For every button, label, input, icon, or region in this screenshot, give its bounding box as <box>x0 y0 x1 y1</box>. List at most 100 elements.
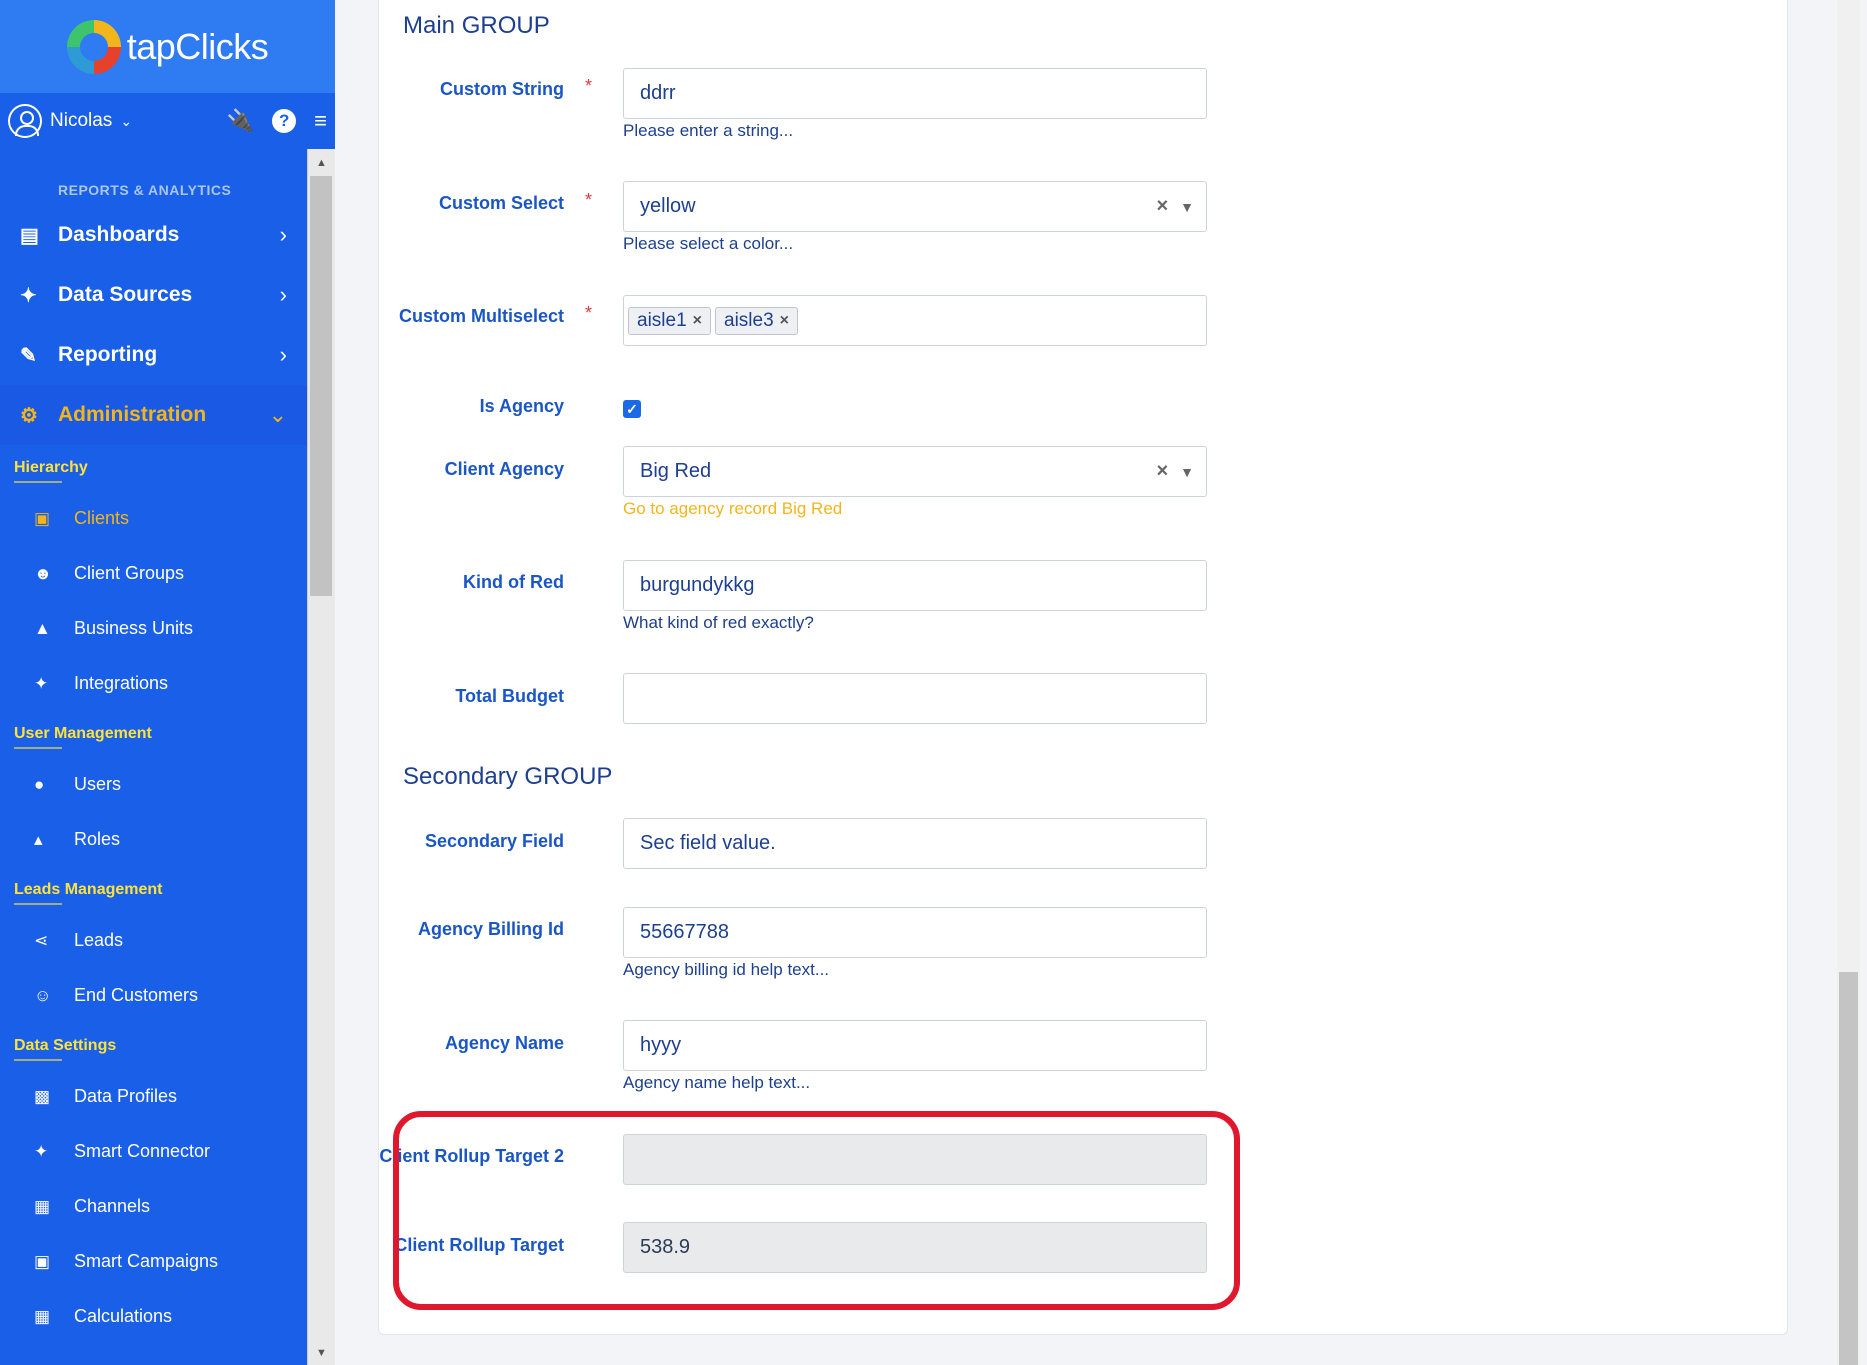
required-asterisk: * <box>585 190 593 210</box>
nav-menu: REPORTS & ANALYTICS ▤ Dashboards › ✦ Dat… <box>0 149 307 1365</box>
chevron-right-icon: › <box>279 282 287 307</box>
custom-string-input[interactable]: ddrr <box>623 68 1207 119</box>
logo[interactable]: tapClicks <box>0 0 335 93</box>
chevron-right-icon: › <box>279 342 287 367</box>
sidebar-item-calculations[interactable]: ▦ Calculations <box>0 1289 307 1344</box>
agency-name-label: Agency Name <box>444 1033 564 1053</box>
sidebar-item-label: Roles <box>74 829 121 849</box>
image-icon: ▣ <box>34 1251 51 1271</box>
user-name[interactable]: Nicolas <box>50 110 112 132</box>
required-asterisk: * <box>585 303 593 323</box>
profile-icon: ▩ <box>34 1086 51 1106</box>
total-budget-label: Total Budget <box>455 686 564 706</box>
sidebar-item-data-profiles[interactable]: ▩ Data Profiles <box>0 1069 307 1124</box>
sidebar-item-leads[interactable]: ⋖ Leads <box>0 913 307 968</box>
user-icon: ● <box>34 774 45 794</box>
share-icon: ⋖ <box>34 930 49 950</box>
plug-icon: ✦ <box>20 284 37 307</box>
sidebar-item-smart-campaigns[interactable]: ▣ Smart Campaigns <box>0 1234 307 1289</box>
sitemap-icon: ▲ <box>34 618 51 638</box>
secondary-field-input[interactable]: Sec field value. <box>623 818 1207 869</box>
sidebar-item-label: Integrations <box>74 673 169 693</box>
nav-label: Reporting <box>58 343 158 366</box>
kind-of-red-help: What kind of red exactly? <box>623 613 814 632</box>
custom-select-dropdown[interactable]: yellow × ▼ <box>623 181 1207 232</box>
agency-name-help: Agency name help text... <box>623 1073 811 1092</box>
caret-down-icon[interactable]: ▼ <box>1180 464 1194 480</box>
nav-reporting[interactable]: ✎ Reporting › <box>0 325 307 385</box>
scroll-up-icon[interactable]: ▲ <box>308 157 335 169</box>
agency-name-value: hyyy <box>640 1034 682 1056</box>
caret-down-icon[interactable]: ▼ <box>1180 199 1194 215</box>
gear-icon: ⚙ <box>20 404 38 427</box>
remove-tag-icon[interactable]: × <box>780 312 789 330</box>
secondary-field-value: Sec field value. <box>640 832 776 854</box>
client-agency-value: Big Red <box>640 460 712 482</box>
calculator-icon: ▦ <box>34 1306 51 1326</box>
nav-data-sources[interactable]: ✦ Data Sources › <box>0 265 307 325</box>
client-agency-dropdown[interactable]: Big Red × ▼ <box>623 446 1207 497</box>
sidebar-scrollbar[interactable]: ▲ ▼ <box>307 149 335 1365</box>
plug-icon: ✦ <box>34 673 49 693</box>
help-icon[interactable]: ? <box>272 109 297 133</box>
clear-icon[interactable]: × <box>1156 195 1168 218</box>
is-agency-label: Is Agency <box>479 396 564 416</box>
chevron-down-icon[interactable]: ⌄ <box>120 113 132 130</box>
collapse-menu-icon[interactable]: ≡ <box>314 108 327 134</box>
sidebar-item-integrations[interactable]: ✦ Integrations <box>0 656 307 711</box>
sidebar-item-label: Client Groups <box>74 563 185 583</box>
kind-of-red-value: burgundykkg <box>640 574 755 596</box>
sidebar-item-label: Business Units <box>74 618 194 638</box>
tag-label: aisle3 <box>724 309 774 331</box>
remove-tag-icon[interactable]: × <box>693 312 702 330</box>
sidebar-item-smart-connector[interactable]: ✦ Smart Connector <box>0 1124 307 1179</box>
tag-label: aisle1 <box>637 309 687 331</box>
sidebar-item-clients[interactable]: ▣ Clients <box>0 491 307 546</box>
sidebar-item-label: Leads <box>74 930 124 950</box>
nav-administration[interactable]: ⚙ Administration ⌄ <box>0 385 307 445</box>
agency-billing-id-value: 55667788 <box>640 921 729 943</box>
kind-of-red-input[interactable]: burgundykkg <box>623 560 1207 611</box>
custom-select-value: yellow <box>640 195 696 217</box>
sidebar-item-end-customers[interactable]: ☺ End Customers <box>0 968 307 1023</box>
logo-text: tapClicks <box>126 25 269 67</box>
users-icon: ☻ <box>34 563 52 583</box>
sidebar-item-users[interactable]: ● Users <box>0 757 307 812</box>
is-agency-checkbox[interactable]: ✓ <box>623 400 641 418</box>
logo-mark-icon <box>66 19 121 74</box>
plug-icon: ✦ <box>34 1141 49 1161</box>
page-scroll-thumb[interactable] <box>1839 972 1858 1365</box>
sidebar-scroll-thumb[interactable] <box>310 176 332 596</box>
agency-name-input[interactable]: hyyy <box>623 1020 1207 1071</box>
sidebar-item-client-groups[interactable]: ☻ Client Groups <box>0 546 307 601</box>
sidebar-item-business-units[interactable]: ▲ Business Units <box>0 601 307 656</box>
client-agency-label: Client Agency <box>444 459 564 479</box>
sidebar-item-label: Channels <box>74 1196 151 1216</box>
clear-icon[interactable]: × <box>1156 460 1168 483</box>
nav-label: Dashboards <box>58 223 180 246</box>
total-budget-input[interactable] <box>623 673 1207 724</box>
custom-multiselect-input[interactable]: aisle1 × aisle3 × <box>623 295 1207 346</box>
agency-billing-id-input[interactable]: 55667788 <box>623 907 1207 958</box>
user-avatar-icon[interactable] <box>8 104 42 138</box>
sidebar-item-label: Users <box>74 774 122 794</box>
page-scrollbar[interactable] <box>1837 0 1860 1365</box>
sidebar-item-label: Clients <box>74 508 130 528</box>
group-user-management: User Management <box>0 711 307 757</box>
group-hierarchy: Hierarchy <box>0 445 307 491</box>
agency-billing-id-help: Agency billing id help text... <box>623 960 830 979</box>
secondary-field-label: Secondary Field <box>424 831 564 851</box>
plug-icon[interactable]: 🔌 <box>227 108 254 134</box>
agency-record-link[interactable]: Go to agency record Big Red <box>623 499 842 519</box>
sidebar-item-label: Smart Campaigns <box>74 1251 219 1271</box>
nav-dashboards[interactable]: ▤ Dashboards › <box>0 205 307 265</box>
group-data-settings: Data Settings <box>0 1023 307 1069</box>
user-bar: Nicolas ⌄ 🔌 ? ≡ <box>0 93 335 149</box>
main-group-title: Main GROUP <box>403 12 550 39</box>
sidebar-item-channels[interactable]: ▦ Channels <box>0 1179 307 1234</box>
report-icon: ✎ <box>20 344 37 367</box>
chevron-right-icon: › <box>279 222 287 247</box>
sidebar-item-roles[interactable]: ▴ Roles <box>0 812 307 867</box>
scroll-down-icon[interactable]: ▼ <box>308 1347 335 1359</box>
sidebar-item-label: Data Profiles <box>74 1086 178 1106</box>
